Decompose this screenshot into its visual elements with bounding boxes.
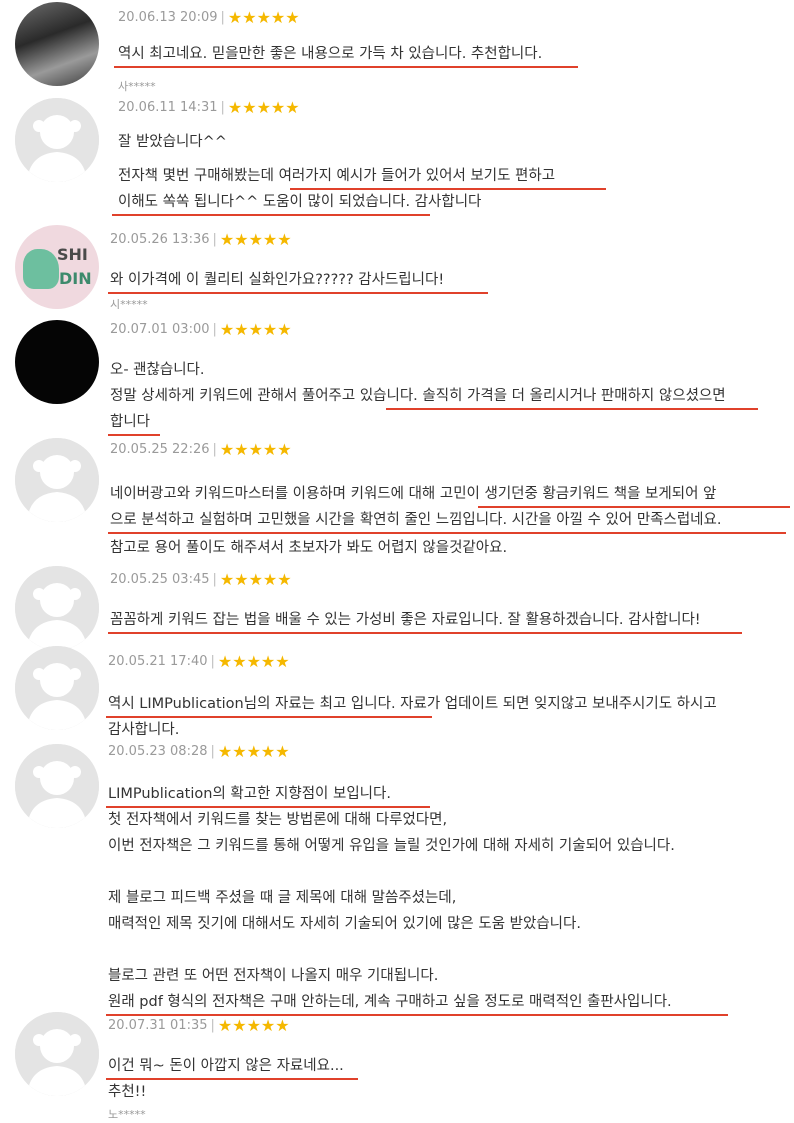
- meta-separator: |: [212, 572, 217, 587]
- highlight-underline: [386, 408, 758, 410]
- avatar: [15, 646, 99, 730]
- highlight-underline: [106, 806, 430, 808]
- star-rating-icon: ★★★★★: [217, 742, 290, 761]
- highlight-underline: [106, 1078, 358, 1080]
- highlight-underline: [478, 506, 790, 508]
- avatar: [15, 438, 99, 522]
- highlight-underline: [108, 292, 488, 294]
- meta-separator: |: [220, 100, 225, 115]
- review-date: 20.05.21 17:40: [108, 654, 208, 669]
- review-date: 20.05.26 13:36: [110, 232, 210, 247]
- review-text-line: 으로 분석하고 실험하며 고민했을 시간을 확연히 줄인 느낌입니다. 시간을 …: [110, 512, 722, 528]
- review-meta: 20.06.11 14:31 | ★★★★★: [118, 98, 300, 117]
- review-text-line: 이번 전자책은 그 키워드를 통해 어떻게 유입을 늘릴 것인가에 대해 자세히…: [108, 838, 675, 854]
- review-text-line: 블로그 관련 또 어떤 전자책이 나올지 매우 기대됩니다.: [108, 968, 439, 984]
- review-text-line: 정말 상세하게 키워드에 관해서 풀어주고 있습니다. 솔직히 가격을 더 올리…: [110, 388, 726, 404]
- review-text-line: 이해도 쏙쏙 됩니다^^ 도움이 많이 되었습니다. 감사합니다: [118, 194, 482, 210]
- meta-separator: |: [210, 744, 215, 759]
- review-text-line: 전자책 몇번 구매해봤는데 여러가지 예시가 들어가 있어서 보기도 편하고: [118, 168, 556, 184]
- review-text-line: 잘 받았습니다^^: [118, 134, 227, 150]
- highlight-underline: [114, 66, 578, 68]
- avatar-text-top: SHI: [57, 245, 88, 264]
- meta-separator: |: [212, 442, 217, 457]
- review-meta: 20.05.21 17:40 | ★★★★★: [108, 652, 290, 671]
- review-meta: 20.07.01 03:00 | ★★★★★: [110, 320, 292, 339]
- review-date: 20.07.01 03:00: [110, 322, 210, 337]
- meta-separator: |: [212, 322, 217, 337]
- star-rating-icon: ★★★★★: [217, 1016, 290, 1035]
- avatar: [15, 744, 99, 828]
- review-text-line: 꼼꼼하게 키워드 잡는 법을 배울 수 있는 가성비 좋은 자료입니다. 잘 활…: [110, 612, 701, 628]
- star-rating-icon: ★★★★★: [227, 98, 300, 117]
- review-meta: 20.05.26 13:36 | ★★★★★: [110, 230, 292, 249]
- highlight-underline: [108, 532, 786, 534]
- star-rating-icon: ★★★★★: [219, 320, 292, 339]
- review-date: 20.06.11 14:31: [118, 100, 218, 115]
- review-text-line: 참고로 용어 풀이도 해주셔서 초보자가 봐도 어렵지 않을것같아요.: [110, 540, 508, 556]
- review-date: 20.05.23 08:28: [108, 744, 208, 759]
- review-text-line: 네이버광고와 키워드마스터를 이용하며 키워드에 대해 고민이 생기던중 황금키…: [110, 486, 717, 502]
- review-meta: 20.05.25 22:26 | ★★★★★: [110, 440, 292, 459]
- review-meta: 20.07.31 01:35 | ★★★★★: [108, 1016, 290, 1035]
- avatar: [15, 566, 99, 650]
- star-rating-icon: ★★★★★: [217, 652, 290, 671]
- review-text-line: 와 이가격에 이 퀄리티 실화인가요????? 감사드립니다!: [110, 272, 445, 288]
- review-date: 20.05.25 03:45: [110, 572, 210, 587]
- star-rating-icon: ★★★★★: [219, 230, 292, 249]
- review-text-line: 원래 pdf 형식의 전자책은 구매 안하는데, 계속 구매하고 싶을 정도로 …: [108, 994, 672, 1010]
- review-meta: 20.05.23 08:28 | ★★★★★: [108, 742, 290, 761]
- review-author: 시*****: [110, 298, 148, 311]
- review-meta: 20.06.13 20:09 | ★★★★★: [118, 8, 300, 27]
- photo-avatar: [15, 2, 99, 86]
- review-text-line: 첫 전자책에서 키워드를 찾는 방법론에 대해 다루었다면,: [108, 812, 448, 828]
- meta-separator: |: [212, 232, 217, 247]
- review-text-line: 이건 뭐~ 돈이 아깝지 않은 자료네요...: [108, 1058, 344, 1074]
- avatar-text-bottom: DIN: [59, 269, 92, 288]
- star-rating-icon: ★★★★★: [219, 570, 292, 589]
- review-author: 사*****: [118, 80, 156, 93]
- review-date: 20.06.13 20:09: [118, 10, 218, 25]
- meta-separator: |: [210, 1018, 215, 1033]
- star-rating-icon: ★★★★★: [219, 440, 292, 459]
- meta-separator: |: [210, 654, 215, 669]
- review-date: 20.05.25 22:26: [110, 442, 210, 457]
- review-text-line: 합니다: [110, 414, 151, 430]
- black-avatar: [15, 320, 99, 404]
- avatar: [15, 1012, 99, 1096]
- meta-separator: |: [220, 10, 225, 25]
- review-date: 20.07.31 01:35: [108, 1018, 208, 1033]
- dino-icon: [23, 249, 59, 289]
- highlight-underline: [112, 214, 430, 216]
- highlight-underline: [108, 434, 160, 436]
- review-text-line: 역시 최고네요. 믿을만한 좋은 내용으로 가득 차 있습니다. 추천합니다.: [118, 46, 543, 62]
- review-meta: 20.05.25 03:45 | ★★★★★: [110, 570, 292, 589]
- review-author: 노*****: [108, 1108, 146, 1121]
- review-text-line: 감사합니다.: [108, 722, 180, 738]
- review-text-line: 추천!!: [108, 1084, 147, 1100]
- highlight-underline: [108, 632, 742, 634]
- review-text-line: 역시 LIMPublication님의 자료는 최고 입니다. 자료가 업데이트…: [108, 696, 717, 712]
- highlight-underline: [290, 188, 606, 190]
- review-text-line: 제 블로그 피드백 주셨을 때 글 제목에 대해 말씀주셨는데,: [108, 890, 457, 906]
- review-text-line: 매력적인 제목 짓기에 대해서도 자세히 기술되어 있기에 많은 도움 받았습니…: [108, 916, 581, 932]
- review-text-line: LIMPublication의 확고한 지향점이 보입니다.: [108, 786, 391, 802]
- star-rating-icon: ★★★★★: [227, 8, 300, 27]
- review-text-line: 오- 괜찮습니다.: [110, 362, 205, 378]
- avatar: [15, 98, 99, 182]
- highlight-underline: [106, 716, 432, 718]
- dino-avatar: SHI DIN: [15, 225, 99, 309]
